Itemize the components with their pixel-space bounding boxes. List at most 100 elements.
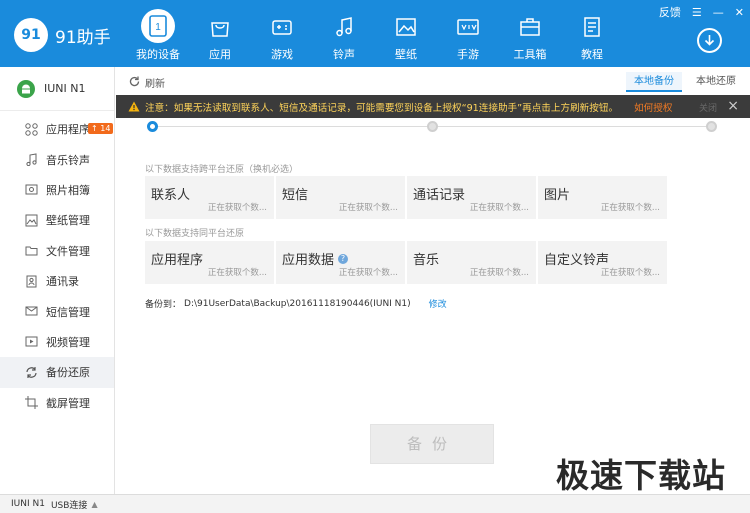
backup-tile-contacts[interactable]: 联系人 正在获取个数... (145, 176, 274, 219)
sidebar-item-screenshots[interactable]: 截屏管理 (0, 388, 114, 418)
nav-label: 应用 (209, 48, 231, 61)
backup-path-value: D:\91UserData\Backup\20161118190446(IUNI… (184, 298, 411, 309)
cross-platform-grid: 联系人 正在获取个数... 短信 正在获取个数... 通话记录 正在获取个数..… (145, 176, 667, 219)
sidebar-item-label: 截屏管理 (46, 396, 90, 410)
sidebar-item-label: 应用程序 (46, 123, 90, 137)
nav-wallpapers[interactable]: 壁纸 (375, 0, 437, 67)
sidebar-item-photos[interactable]: 照片相簿 (0, 175, 114, 205)
tile-status: 正在获取个数... (600, 268, 660, 278)
tile-status: 正在获取个数... (207, 203, 267, 213)
cross-platform-label: 以下数据支持跨平台还原（换机必选） (145, 165, 299, 175)
nav-apps[interactable]: 应用 (189, 0, 251, 67)
backup-button[interactable]: 备份 (370, 424, 494, 464)
tile-status: 正在获取个数... (207, 268, 267, 278)
how-to-authorize-link[interactable]: 如何授权 (634, 100, 672, 114)
notice-text: 注意：如果无法读取到联系人、短信及通话记录，可能需要您到设备上授权“91连接助手… (145, 102, 619, 114)
backup-tabs: 本地备份 本地还原 (620, 72, 744, 92)
download-manager-button[interactable] (697, 28, 722, 53)
folder-icon (24, 244, 38, 258)
backup-tile-call-log[interactable]: 通话记录 正在获取个数... (407, 176, 536, 219)
tile-status: 正在获取个数... (469, 268, 529, 278)
sidebar-item-wallpaper[interactable]: 壁纸管理 (0, 205, 114, 235)
site-watermark: 极速下载站 (556, 456, 726, 495)
feedback-button[interactable]: 反馈 (659, 4, 681, 20)
step-dot-active (147, 121, 158, 132)
download-arrow-icon (704, 35, 715, 46)
sidebar-item-label: 壁纸管理 (46, 214, 90, 228)
backup-tile-pictures[interactable]: 图片 正在获取个数... (538, 176, 667, 219)
main-nav: 1 我的设备 应用 游戏 铃声 壁纸 手游 工具箱 教程 (127, 0, 623, 67)
tile-title: 联系人 (151, 188, 191, 203)
nav-games[interactable]: 游戏 (251, 0, 313, 67)
tile-title: 音乐 (413, 253, 440, 268)
status-bar: IUNI N1 USB连接 ▲ (0, 494, 750, 513)
sidebar-item-contacts[interactable]: 通讯录 (0, 266, 114, 296)
nav-ringtones[interactable]: 铃声 (313, 0, 375, 67)
tile-title: 自定义铃声 (544, 253, 610, 268)
sidebar-item-music[interactable]: 音乐铃声 (0, 144, 114, 174)
badge-count: 14 (100, 124, 111, 133)
backup-tile-custom-ringtones[interactable]: 自定义铃声 正在获取个数... (538, 241, 667, 284)
tutorial-icon (577, 12, 607, 42)
tile-title: 应用程序 (151, 253, 204, 268)
minimize-button[interactable]: — (713, 6, 724, 19)
window-controls: 反馈 ☰ — ✕ (648, 4, 744, 20)
sms-icon (24, 305, 38, 319)
nav-label: 铃声 (333, 48, 355, 61)
nav-toolbox[interactable]: 工具箱 (499, 0, 561, 67)
sidebar-item-label: 短信管理 (46, 305, 90, 319)
tile-title: 短信 (282, 188, 309, 203)
video-icon (24, 335, 38, 349)
menu-icon[interactable]: ☰ (692, 6, 702, 19)
main-content: 刷新 本地备份 本地还原 注意：如果无法读取到联系人、短信及通话记录，可能需要您… (116, 67, 750, 494)
nav-tutorials[interactable]: 教程 (561, 0, 623, 67)
tab-local-restore[interactable]: 本地还原 (688, 72, 744, 92)
sidebar-item-apps[interactable]: 应用程序 ↑ 14 (0, 114, 114, 144)
nav-mobile-games[interactable]: 手游 (437, 0, 499, 67)
gamepad-icon (267, 12, 297, 42)
crop-icon (24, 396, 38, 410)
sidebar-item-files[interactable]: 文件管理 (0, 236, 114, 266)
status-device-name: IUNI N1 (11, 499, 45, 509)
sidebar-item-label: 照片相簿 (46, 183, 90, 197)
sidebar-item-label: 备份还原 (46, 366, 90, 380)
sidebar-menu: 应用程序 ↑ 14 音乐铃声 照片相簿 壁纸管理 文件管理 通讯录 短信管理 视… (0, 111, 114, 418)
android-icon (17, 79, 35, 98)
expand-arrow-icon[interactable]: ▲ (91, 500, 97, 509)
help-icon[interactable]: ? (338, 253, 349, 264)
sidebar-item-sms[interactable]: 短信管理 (0, 296, 114, 326)
picture-icon (391, 12, 421, 42)
backup-tile-apps[interactable]: 应用程序 正在获取个数... (145, 241, 274, 284)
device-header[interactable]: IUNI N1 (0, 67, 114, 111)
sidebar-item-backup-restore[interactable]: 备份还原 (0, 357, 114, 388)
backup-tile-app-data[interactable]: 应用数据? 正在获取个数... (276, 241, 405, 284)
tab-local-backup[interactable]: 本地备份 (626, 72, 682, 92)
sidebar-item-video[interactable]: 视频管理 (0, 327, 114, 357)
tile-title: 图片 (544, 188, 571, 203)
connection-type: USB连接 (50, 500, 88, 511)
same-platform-grid: 应用程序 正在获取个数... 应用数据? 正在获取个数... 音乐 正在获取个数… (145, 241, 667, 284)
nav-label: 工具箱 (513, 48, 547, 61)
modify-path-link[interactable]: 修改 (429, 297, 447, 310)
backup-tile-music[interactable]: 音乐 正在获取个数... (407, 241, 536, 284)
close-icon[interactable]: × (727, 98, 739, 114)
app-bag-icon (205, 12, 235, 42)
nav-my-device[interactable]: 1 我的设备 (127, 0, 189, 67)
toolbar: 刷新 本地备份 本地还原 (116, 67, 750, 95)
refresh-button[interactable]: 刷新 (129, 75, 165, 90)
music-icon (24, 153, 38, 167)
notice-dismiss-text[interactable]: 关闭 (699, 101, 717, 114)
warning-icon (128, 101, 140, 112)
tile-status: 正在获取个数... (600, 203, 660, 213)
photo-icon (24, 183, 38, 197)
backup-path-row: 备份到： D:\91UserData\Backup\20161118190446… (145, 297, 447, 311)
backup-path-label: 备份到： (145, 300, 182, 310)
backup-tile-sms[interactable]: 短信 正在获取个数... (276, 176, 405, 219)
device-name: IUNI N1 (44, 82, 86, 95)
logo-badge-icon: 91 (14, 18, 48, 52)
update-count-badge: ↑ 14 (88, 123, 114, 134)
top-navigation-bar: 91 91助手 1 我的设备 应用 游戏 铃声 壁纸 手游 工具箱 教程 反馈 … (0, 0, 750, 67)
nav-label: 我的设备 (136, 48, 180, 61)
close-button[interactable]: ✕ (735, 6, 744, 19)
app-logo: 91 91助手 (14, 18, 111, 52)
